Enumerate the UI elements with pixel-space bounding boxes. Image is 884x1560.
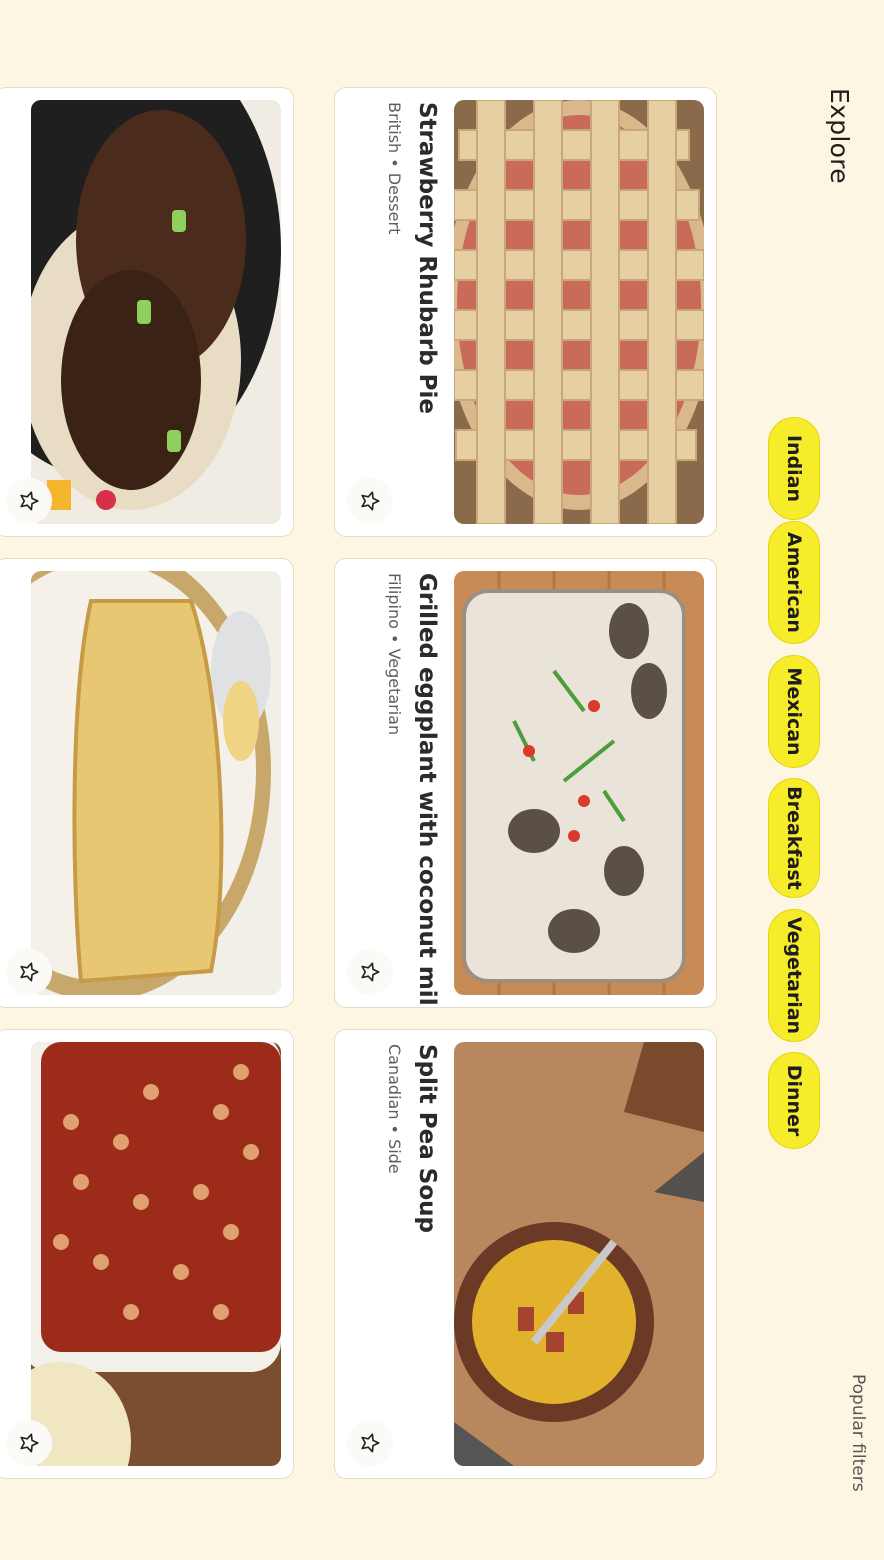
recipe-image-eggplant	[454, 571, 704, 995]
recipe-image-soup	[454, 1042, 704, 1466]
recipe-card[interactable]: Strawberry Rhubarb Pie British • Dessert	[334, 87, 717, 537]
recipe-image-beans	[31, 1042, 281, 1466]
filter-chips: Indian American Mexican Breakfast Vegeta…	[766, 0, 820, 1560]
filter-chip-label: Breakfast	[783, 786, 805, 890]
recipe-image-pie	[454, 100, 704, 524]
favorite-button[interactable]	[347, 478, 393, 524]
filter-chip-label: Dinner	[783, 1064, 805, 1137]
filter-chip-vegetarian[interactable]: Vegetarian	[768, 909, 820, 1042]
star-outline-icon	[20, 962, 39, 982]
filter-chip-dinner[interactable]: Dinner	[768, 1052, 820, 1149]
recipe-card[interactable]: Grilled eggplant with coconut milk Filip…	[334, 558, 717, 1008]
favorite-button[interactable]	[6, 949, 52, 995]
popular-filters-label: Popular filters	[848, 1374, 868, 1492]
star-outline-icon	[361, 1433, 380, 1453]
recipe-meta: British • Dessert	[385, 102, 404, 235]
page-title: Explore	[825, 88, 854, 184]
recipe-title[interactable]: Split Pea Soup	[414, 1044, 440, 1233]
star-outline-icon	[361, 491, 380, 511]
filter-chip-breakfast[interactable]: Breakfast	[768, 778, 820, 898]
recipe-card[interactable]	[0, 1029, 294, 1479]
app-stage: Explore Popular filters Indian American …	[0, 0, 884, 1560]
favorite-button[interactable]	[347, 1420, 393, 1466]
recipe-meta: Canadian • Side	[385, 1044, 404, 1174]
recipe-title[interactable]: Grilled eggplant with coconut milk	[414, 573, 440, 1008]
recipe-meta: Filipino • Vegetarian	[385, 573, 404, 736]
filter-chip-mexican[interactable]: Mexican	[768, 655, 820, 768]
recipe-card[interactable]: Split Pea Soup Canadian • Side	[334, 1029, 717, 1479]
recipe-card[interactable]	[0, 87, 294, 537]
filter-chip-indian[interactable]: Indian	[768, 417, 820, 520]
filter-chip-label: American	[783, 532, 805, 633]
recipe-card[interactable]	[0, 558, 294, 1008]
recipe-image-pastry	[31, 571, 281, 995]
star-outline-icon	[361, 962, 380, 982]
favorite-button[interactable]	[6, 478, 52, 524]
filter-chip-label: Mexican	[783, 667, 805, 756]
filter-chip-label: Indian	[783, 434, 805, 503]
star-outline-icon	[20, 1433, 39, 1453]
favorite-button[interactable]	[6, 1420, 52, 1466]
filter-chip-american[interactable]: American	[768, 521, 820, 644]
filter-chip-label: Vegetarian	[783, 916, 805, 1035]
star-outline-icon	[20, 491, 39, 511]
favorite-button[interactable]	[347, 949, 393, 995]
recipe-title[interactable]: Strawberry Rhubarb Pie	[414, 102, 440, 414]
recipe-image-chicken	[31, 100, 281, 524]
